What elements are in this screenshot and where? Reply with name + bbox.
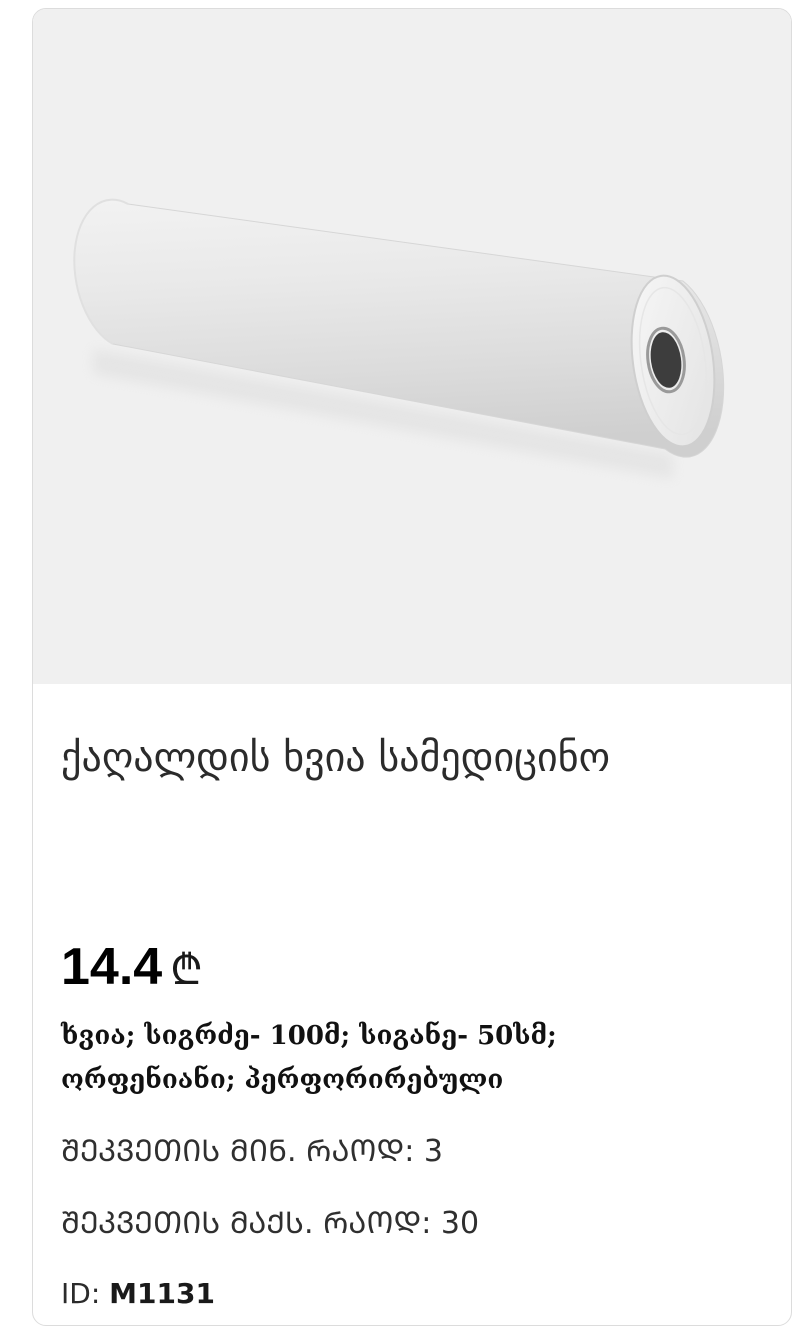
- product-id-value: M1131: [109, 1277, 215, 1310]
- min-order-value: 3: [423, 1134, 443, 1169]
- product-id: ID: M1131: [61, 1277, 215, 1310]
- paper-roll-image: [73, 198, 725, 479]
- price-value: 14.4: [61, 938, 163, 996]
- min-order-label: ᲨᲔᲙᲕᲔᲗᲘᲡ ᲛᲘᲜ. ᲠᲐᲝᲓ:: [61, 1134, 415, 1169]
- product-title[interactable]: ქაღალდის ხვია სამედიცინო: [61, 729, 621, 787]
- max-order-quantity: ᲨᲔᲙᲕᲔᲗᲘᲡ ᲛᲐᲥᲡ. ᲠᲐᲝᲓ: 30: [61, 1201, 479, 1242]
- lari-currency-icon: ₾: [170, 945, 203, 994]
- max-order-value: 30: [440, 1206, 480, 1241]
- product-image[interactable]: [33, 9, 791, 684]
- product-price: 14.4 ₾: [61, 937, 203, 1000]
- product-description: ხვია; სიგრძე- 100მ; სიგანე- 50სმ; ორფენი…: [61, 1021, 557, 1095]
- max-order-label: ᲨᲔᲙᲕᲔᲗᲘᲡ ᲛᲐᲥᲡ. ᲠᲐᲝᲓ:: [61, 1206, 432, 1241]
- product-card[interactable]: ქაღალდის ხვია სამედიცინო 14.4 ₾ ხვია; სიგ…: [32, 8, 792, 1326]
- min-order-quantity: ᲨᲔᲙᲕᲔᲗᲘᲡ ᲛᲘᲜ. ᲠᲐᲝᲓ: 3: [61, 1129, 443, 1170]
- product-id-label: ID:: [61, 1277, 101, 1310]
